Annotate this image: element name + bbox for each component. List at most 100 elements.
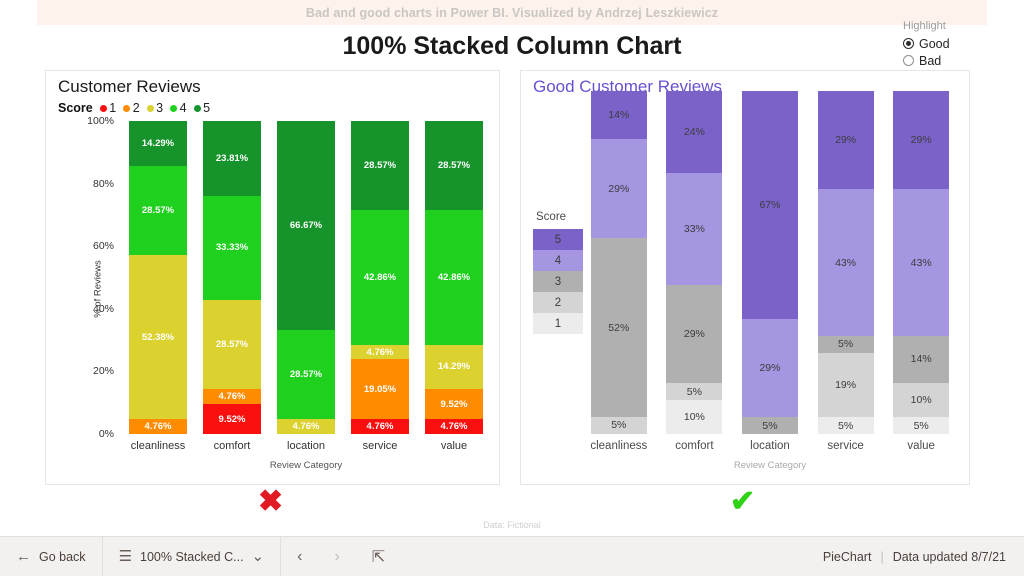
bar-segment-score-3[interactable]: 28.57% <box>203 299 261 390</box>
bar-segment-score-5[interactable]: 67% <box>741 91 798 319</box>
bar-segment-score-4[interactable]: 33.33% <box>203 195 261 300</box>
radio-bad-icon[interactable] <box>903 55 914 66</box>
bar-segment-score-5[interactable]: 29% <box>893 91 950 190</box>
bar-segment-score-3[interactable]: 52% <box>590 238 647 417</box>
previous-page-button[interactable]: ‹ <box>281 548 318 566</box>
radio-good-icon[interactable] <box>903 38 914 49</box>
bar-segment-score-2[interactable]: 5% <box>590 416 647 434</box>
bar-segment-score-4[interactable]: 42.86% <box>425 210 483 345</box>
bar-segment-score-5[interactable]: 28.57% <box>351 121 409 211</box>
bar-segment-score-4[interactable]: 29% <box>741 318 798 418</box>
bar-column-cleanliness[interactable]: 14.29% 28.57% 52.38% 4.76% <box>121 121 195 435</box>
bar-segment-score-3[interactable]: 4.76% <box>351 344 409 360</box>
bar-segment-score-1[interactable]: 10% <box>666 400 723 434</box>
bar-segment-score-4[interactable]: 29% <box>590 139 647 239</box>
bar-segment-score-4[interactable]: 43% <box>817 189 874 336</box>
bar-column-service[interactable]: 28.57% 42.86% 4.76% 19.05% 4.76% <box>343 121 417 435</box>
bar-segment-score-1[interactable]: 4.76% <box>425 419 483 435</box>
bar-segment-label: 4.76% <box>218 391 246 403</box>
bar-segment-score-4[interactable]: 28.57% <box>129 165 187 256</box>
stacked-bar[interactable]: 23.81% 33.33% 28.57% 4.76% 9.52% <box>203 121 261 434</box>
bar-segment-score-5[interactable]: 66.67% <box>277 121 335 330</box>
check-mark-icon: ✔ <box>730 485 756 518</box>
bar-segment-score-2[interactable]: 4.76% <box>129 419 187 435</box>
stacked-bar[interactable]: 66.67% 28.57% 4.76% <box>277 121 335 434</box>
legend-item-score-1[interactable]: 1 <box>533 313 583 334</box>
bad-chart-panel[interactable]: Customer Reviews Score 12345 % of Review… <box>45 70 500 485</box>
bar-column-location[interactable]: 66.67% 28.57% 4.76% <box>269 121 343 434</box>
legend-swatch-icon <box>123 104 131 112</box>
chevron-down-icon[interactable]: ⌄ <box>252 549 265 564</box>
next-page-button[interactable]: › <box>318 548 355 566</box>
bar-column-value[interactable]: 29% 43% 14% 10% 5% <box>883 91 959 434</box>
legend-item-score-3[interactable]: 3 <box>533 271 583 292</box>
stacked-bar[interactable]: 24% 33% 29% 5% 10% <box>666 91 723 434</box>
stacked-bar[interactable]: 28.57% 42.86% 4.76% 19.05% 4.76% <box>351 121 409 435</box>
bar-segment-score-2[interactable]: 10% <box>893 383 950 418</box>
legend-item-score-2[interactable]: 2 <box>123 101 140 115</box>
bar-segment-score-3[interactable]: 14.29% <box>425 344 483 390</box>
bar-segment-score-3[interactable]: 5% <box>741 417 798 434</box>
legend-item-score-5[interactable]: 5 <box>533 229 583 250</box>
bar-segment-score-4[interactable]: 42.86% <box>351 210 409 345</box>
bar-segment-score-5[interactable]: 14.29% <box>129 121 187 166</box>
bar-segment-score-5[interactable]: 29% <box>817 91 874 190</box>
bar-segment-score-4[interactable]: 28.57% <box>277 329 335 420</box>
legend-item-score-3[interactable]: 3 <box>146 101 163 115</box>
go-back-button[interactable]: ← Go back <box>0 537 102 576</box>
y-tick-20%: 20% <box>92 365 114 378</box>
bar-segment-score-3[interactable]: 29% <box>666 284 723 384</box>
bar-segment-score-2[interactable]: 19.05% <box>351 359 409 420</box>
bar-segment-score-3[interactable]: 52.38% <box>129 255 187 420</box>
good-chart-legend[interactable]: Score 54321 <box>533 211 583 334</box>
bar-segment-score-1[interactable]: 9.52% <box>203 404 261 434</box>
bar-segment-score-3[interactable]: 4.76% <box>277 419 335 434</box>
bar-segment-score-2[interactable]: 5% <box>666 383 723 401</box>
legend-item-score-4[interactable]: 4 <box>533 250 583 271</box>
stacked-bar[interactable]: 67% 29% 5% <box>741 91 798 434</box>
bar-segment-score-3[interactable]: 14% <box>893 335 950 384</box>
bar-segment-score-2[interactable]: 19% <box>817 352 874 418</box>
report-page: Bad and good charts in Power BI. Visuali… <box>0 0 1024 576</box>
bar-column-value[interactable]: 28.57% 42.86% 14.29% 9.52% 4.76% <box>417 121 491 435</box>
bad-chart-legend[interactable]: Score 1 2 3 4 5 <box>58 101 213 115</box>
slicer-option-bad[interactable]: Bad <box>903 52 1003 69</box>
bar-column-service[interactable]: 29% 43% 5% 19% 5% <box>808 91 884 435</box>
fit-to-screen-button[interactable]: ⇱ <box>356 547 401 567</box>
bar-column-location[interactable]: 67% 29% 5% <box>732 91 808 434</box>
bar-segment-score-1[interactable]: 4.76% <box>351 419 409 435</box>
bar-segment-score-4[interactable]: 43% <box>893 189 950 336</box>
legend-item-label: 1 <box>109 101 117 115</box>
bar-segment-label: 4.76% <box>292 421 320 433</box>
good-legend-title: Score <box>536 211 567 223</box>
good-chart-panel[interactable]: Good Customer Reviews Score 54321 14% 29%… <box>520 70 970 485</box>
bar-segment-score-1[interactable]: 5% <box>817 417 874 435</box>
stacked-bar[interactable]: 14.29% 28.57% 52.38% 4.76% <box>129 121 187 435</box>
legend-item-score-4[interactable]: 4 <box>170 101 187 115</box>
stacked-bar[interactable]: 14% 29% 52% 5% <box>590 91 647 434</box>
good-chart-bars[interactable]: 14% 29% 52% 5% 24% 33% 29% 5% 10% 67% 29% 5% 29% 43% 5… <box>581 91 959 435</box>
bar-segment-label: 66.67% <box>289 219 323 231</box>
page-selector[interactable]: ☰ 100% Stacked C... ⌄ <box>103 537 281 576</box>
bar-column-comfort[interactable]: 24% 33% 29% 5% 10% <box>657 91 733 434</box>
bar-column-comfort[interactable]: 23.81% 33.33% 28.57% 4.76% 9.52% <box>195 121 269 434</box>
legend-item-score-5[interactable]: 5 <box>193 101 210 115</box>
bad-chart-bars[interactable]: 14.29% 28.57% 52.38% 4.76% 23.81% 33.33% 28.57… <box>121 121 491 435</box>
bar-segment-score-3[interactable]: 5% <box>817 335 874 353</box>
bar-segment-label: 24% <box>683 125 705 138</box>
bar-segment-score-5[interactable]: 28.57% <box>425 121 483 211</box>
bar-segment-score-1[interactable]: 5% <box>893 417 950 434</box>
bar-segment-score-2[interactable]: 9.52% <box>425 389 483 420</box>
bar-segment-score-5[interactable]: 14% <box>590 91 647 140</box>
legend-item-score-2[interactable]: 2 <box>533 292 583 313</box>
stacked-bar[interactable]: 29% 43% 5% 19% 5% <box>817 91 874 435</box>
bar-column-cleanliness[interactable]: 14% 29% 52% 5% <box>581 91 657 434</box>
stacked-bar[interactable]: 28.57% 42.86% 14.29% 9.52% 4.76% <box>425 121 483 435</box>
bar-segment-score-4[interactable]: 33% <box>666 172 723 285</box>
bar-segment-score-5[interactable]: 23.81% <box>203 121 261 196</box>
legend-item-score-1[interactable]: 1 <box>99 101 117 115</box>
bar-segment-score-2[interactable]: 4.76% <box>203 389 261 405</box>
bar-segment-score-5[interactable]: 24% <box>666 91 723 173</box>
slicer-option-good[interactable]: Good <box>903 35 1003 52</box>
stacked-bar[interactable]: 29% 43% 14% 10% 5% <box>893 91 950 434</box>
